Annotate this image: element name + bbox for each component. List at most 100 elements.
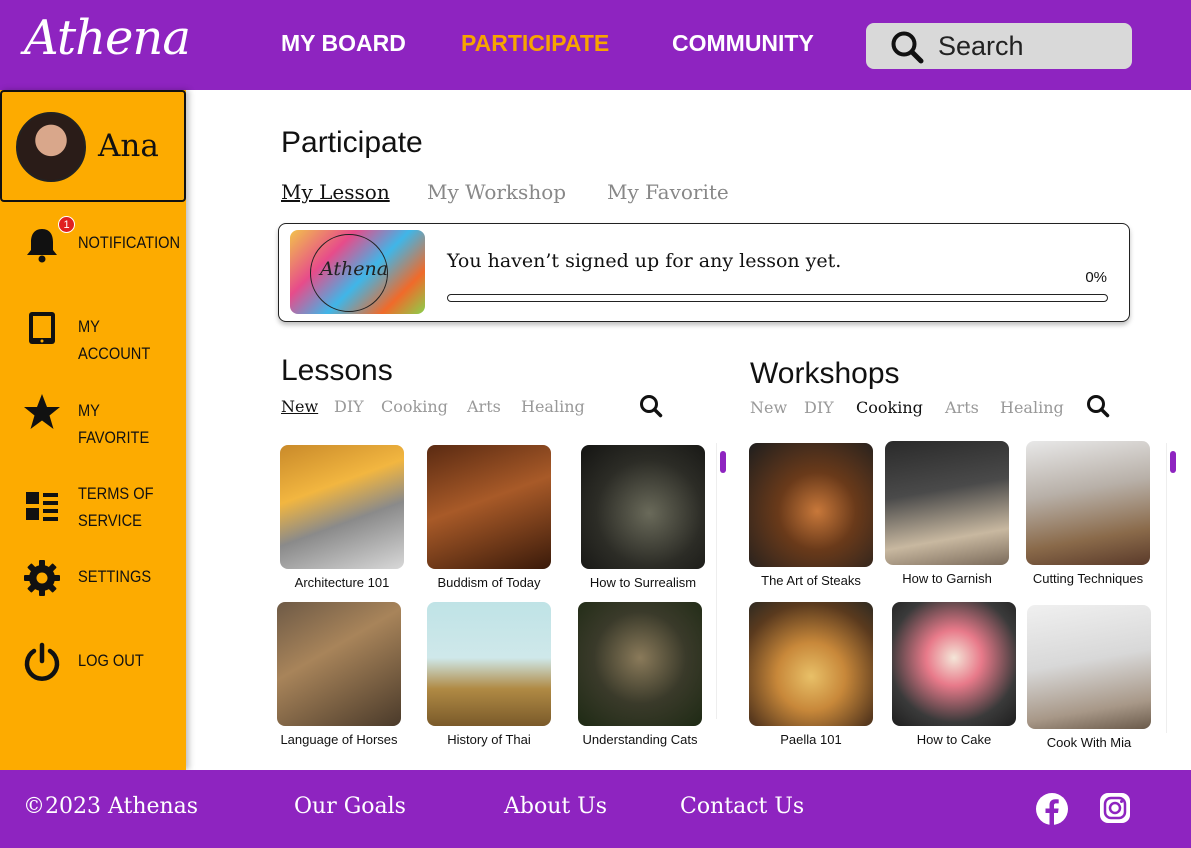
workshops-filter-healing[interactable]: Healing — [1000, 398, 1064, 417]
sidebar-item-label: MY ACCOUNT — [78, 317, 151, 363]
workshop-caption: The Art of Steaks — [761, 573, 861, 588]
workshops-filter-arts[interactable]: Arts — [945, 398, 979, 417]
sidebar-item-my-account[interactable]: MY ACCOUNT — [22, 308, 182, 363]
lesson-caption: Understanding Cats — [582, 732, 698, 747]
lesson-caption: Buddism of Today — [437, 575, 541, 590]
tab-my-favorite[interactable]: My Favorite — [607, 180, 729, 204]
progress-percent: 0% — [1085, 269, 1107, 286]
search-icon — [891, 31, 924, 64]
lesson-caption: Architecture 101 — [294, 575, 390, 590]
notification-badge: 1 — [58, 216, 75, 233]
workshop-caption: How to Cake — [916, 732, 992, 747]
workshop-card[interactable]: How to Cake — [881, 602, 1027, 747]
bell-icon — [27, 229, 57, 263]
workshops-filter-diy[interactable]: DIY — [804, 398, 834, 417]
lesson-caption: History of Thai — [447, 732, 531, 747]
nav-community[interactable]: COMMUNITY — [672, 30, 814, 57]
sidebar-item-label: NOTIFICATION — [78, 233, 181, 252]
workshop-card[interactable]: The Art of Steaks — [738, 443, 884, 588]
instagram-icon[interactable] — [1099, 792, 1131, 824]
profile-card[interactable]: Ana — [0, 90, 186, 202]
power-icon — [24, 642, 60, 681]
sidebar-item-label: MY FAVORITE — [78, 401, 150, 447]
lesson-image — [427, 602, 551, 726]
workshop-card[interactable]: Paella 101 — [738, 602, 884, 747]
page-title: Participate — [281, 126, 423, 159]
lessons-filter-diy[interactable]: DIY — [334, 397, 364, 416]
lesson-image — [280, 445, 404, 569]
sidebar-item-label: LOG OUT — [78, 651, 144, 670]
workshop-caption: How to Garnish — [902, 571, 992, 586]
profile-name: Ana — [98, 128, 159, 164]
workshops-scrollbar[interactable] — [1166, 443, 1178, 733]
scroll-thumb[interactable] — [720, 451, 726, 473]
search-bar[interactable] — [866, 23, 1132, 69]
tablet-icon — [29, 312, 55, 344]
workshop-caption: Cook With Mia — [1046, 735, 1132, 750]
footer-link-our-goals[interactable]: Our Goals — [294, 794, 406, 819]
lesson-image — [581, 445, 705, 569]
nav-my-board[interactable]: MY BOARD — [281, 30, 406, 57]
workshop-card[interactable]: Cutting Techniques — [1015, 441, 1161, 586]
avatar — [16, 112, 86, 182]
lesson-card[interactable]: Language of Horses — [266, 602, 412, 747]
sidebar-item-settings[interactable]: SETTINGS — [22, 558, 182, 598]
lesson-image — [277, 602, 401, 726]
sidebar-item-notification[interactable]: 1 NOTIFICATION — [22, 216, 182, 264]
lessons-scrollbar[interactable] — [716, 443, 728, 719]
sidebar: Ana 1 NOTIFICATION MY ACCOUNT MY FAVORIT… — [0, 90, 186, 770]
lessons-title: Lessons — [281, 354, 393, 387]
workshops-title: Workshops — [750, 357, 900, 390]
lesson-card[interactable]: Architecture 101 — [269, 445, 415, 590]
lesson-card[interactable]: History of Thai — [416, 602, 562, 747]
progress-bar — [447, 294, 1108, 302]
lesson-progress-card: Athena You haven’t signed up for any les… — [278, 223, 1130, 322]
lessons-search-icon[interactable] — [639, 394, 663, 418]
search-input[interactable] — [938, 29, 1118, 63]
workshop-image — [892, 602, 1016, 726]
sidebar-item-label: TERMS OF — [78, 484, 154, 503]
sidebar-item-my-favorite[interactable]: MY FAVORITE — [22, 392, 182, 447]
lessons-filter-new[interactable]: New — [281, 397, 318, 416]
workshop-image — [885, 441, 1009, 565]
workshops-filter-cooking[interactable]: Cooking — [856, 398, 923, 417]
gear-icon — [24, 560, 60, 596]
tab-my-workshop[interactable]: My Workshop — [427, 180, 566, 204]
workshop-image — [749, 443, 873, 567]
lesson-card[interactable]: Understanding Cats — [567, 602, 713, 747]
workshop-card[interactable]: Cook With Mia — [1016, 605, 1162, 750]
workshops-filter-new[interactable]: New — [750, 398, 787, 417]
footer: ©2023 Athenas Our Goals About Us Contact… — [0, 770, 1191, 848]
workshops-search-icon[interactable] — [1086, 394, 1110, 418]
nav-participate[interactable]: PARTICIPATE — [461, 30, 609, 57]
card-thumbnail: Athena — [290, 230, 425, 314]
workshop-image — [749, 602, 873, 726]
lesson-caption: Language of Horses — [280, 732, 398, 747]
lesson-image — [427, 445, 551, 569]
top-header: Athena MY BOARD PARTICIPATE COMMUNITY — [0, 0, 1191, 90]
lessons-filter-arts[interactable]: Arts — [467, 397, 501, 416]
lesson-card[interactable]: Buddism of Today — [416, 445, 562, 590]
thumbnail-logo: Athena — [320, 258, 389, 280]
progress-message: You haven’t signed up for any lesson yet… — [447, 250, 842, 272]
lesson-card[interactable]: How to Surrealism — [570, 445, 716, 590]
facebook-icon[interactable] — [1035, 792, 1069, 826]
footer-link-contact-us[interactable]: Contact Us — [680, 794, 804, 819]
sidebar-item-log-out[interactable]: LOG OUT — [22, 642, 182, 682]
list-icon — [26, 492, 58, 521]
footer-link-about-us[interactable]: About Us — [504, 794, 607, 819]
sidebar-item-terms-of-service[interactable]: TERMS OF SERVICE — [22, 480, 182, 536]
app-logo[interactable]: Athena — [24, 10, 191, 66]
sidebar-item-label: SERVICE — [78, 511, 142, 530]
workshop-image — [1026, 441, 1150, 565]
workshop-card[interactable]: How to Garnish — [874, 441, 1020, 586]
tab-my-lesson[interactable]: My Lesson — [281, 180, 390, 204]
lesson-image — [578, 602, 702, 726]
lessons-filter-cooking[interactable]: Cooking — [381, 397, 448, 416]
lessons-filter-healing[interactable]: Healing — [521, 397, 585, 416]
workshop-caption: Paella 101 — [780, 732, 842, 747]
scroll-thumb[interactable] — [1170, 451, 1176, 473]
copyright: ©2023 Athenas — [23, 794, 199, 819]
workshop-image — [1027, 605, 1151, 729]
star-icon — [24, 394, 60, 429]
